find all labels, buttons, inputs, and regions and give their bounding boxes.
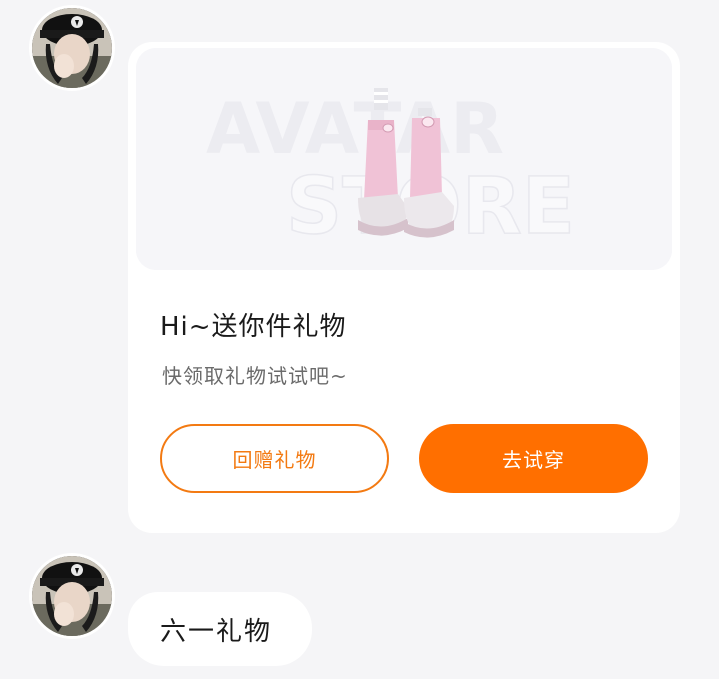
gift-banner[interactable]: AVATAR STORE bbox=[136, 48, 672, 270]
sender-avatar[interactable] bbox=[32, 8, 112, 88]
watermark-avatar: AVATAR bbox=[206, 88, 504, 170]
gift-card[interactable]: AVATAR STORE Hi~送你件礼物 快领取礼物试试吧~ 回赠礼物 去试穿 bbox=[128, 42, 680, 533]
gift-item-image-icon: AVATAR STORE bbox=[136, 48, 672, 270]
sender-avatar-2[interactable] bbox=[32, 556, 112, 636]
avatar-photo-icon bbox=[32, 8, 112, 88]
text-message-bubble[interactable]: 六一礼物 bbox=[128, 592, 312, 666]
message-text: 六一礼物 bbox=[160, 616, 273, 647]
return-gift-button[interactable]: 回赠礼物 bbox=[160, 424, 389, 493]
try-on-button[interactable]: 去试穿 bbox=[419, 424, 648, 493]
gift-subtitle: 快领取礼物试试吧~ bbox=[162, 364, 348, 388]
avatar-photo-icon bbox=[32, 556, 112, 636]
gift-title: Hi~送你件礼物 bbox=[160, 312, 347, 342]
